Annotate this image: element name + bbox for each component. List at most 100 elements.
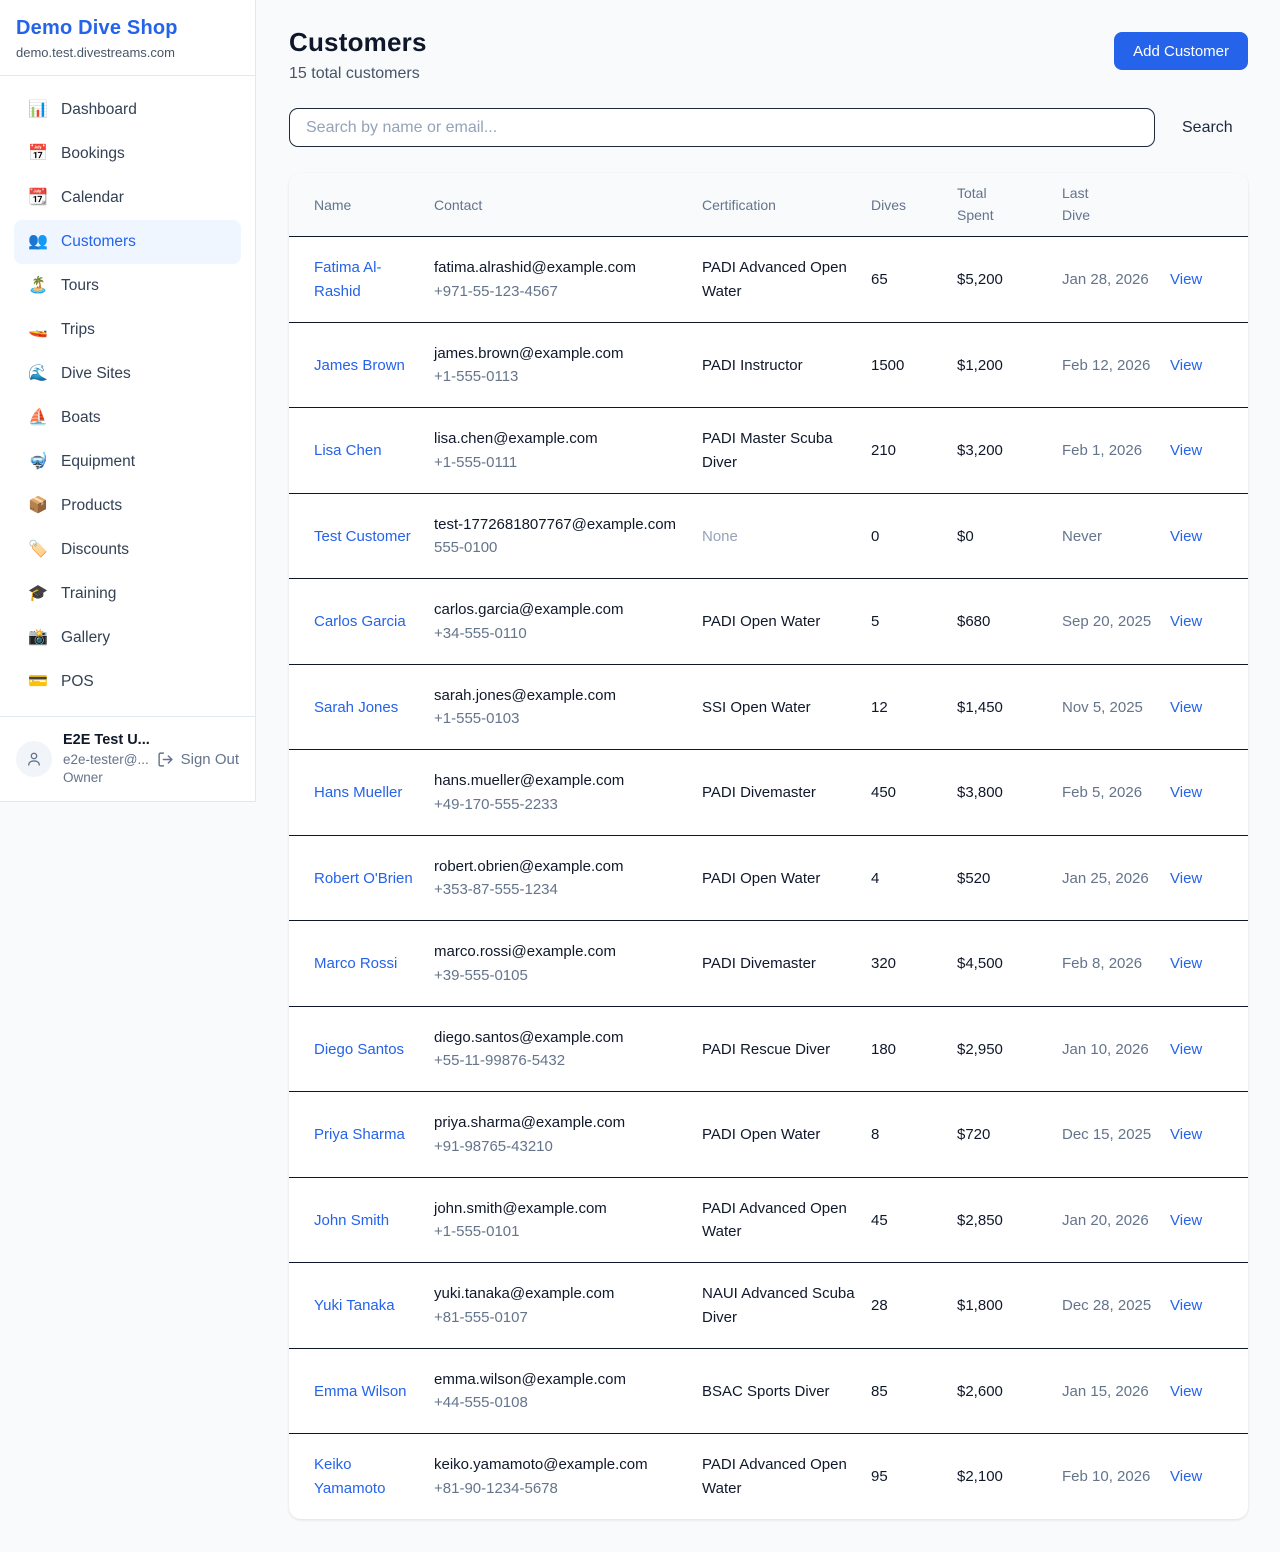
customer-email: marco.rossi@example.com xyxy=(434,940,688,963)
view-customer-link[interactable]: View xyxy=(1170,1468,1202,1485)
view-customer-link[interactable]: View xyxy=(1170,955,1202,972)
customer-certification: PADI Master Scuba Diver xyxy=(702,408,871,494)
view-customer-link[interactable]: View xyxy=(1170,784,1202,801)
view-customer-link[interactable]: View xyxy=(1170,1041,1202,1058)
view-customer-link[interactable]: View xyxy=(1170,1126,1202,1143)
customer-total-spent: $720 xyxy=(957,1092,1062,1178)
customer-phone: +91-98765-43210 xyxy=(434,1135,688,1158)
customer-last-dive: Jan 15, 2026 xyxy=(1062,1348,1170,1434)
view-customer-link[interactable]: View xyxy=(1170,613,1202,630)
sidebar-item-pos[interactable]: 💳 POS xyxy=(14,660,241,704)
sign-out-button[interactable]: Sign Out xyxy=(157,751,239,768)
view-customer-link[interactable]: View xyxy=(1170,442,1202,459)
view-customer-link[interactable]: View xyxy=(1170,1297,1202,1314)
view-customer-link[interactable]: View xyxy=(1170,528,1202,545)
table-row: Test Customer test-1772681807767@example… xyxy=(289,493,1248,579)
customer-name-link[interactable]: Robert O'Brien xyxy=(314,870,413,887)
user-name: E2E Test U... xyxy=(63,731,146,751)
customer-phone: +39-555-0105 xyxy=(434,964,688,987)
customer-name-link[interactable]: Diego Santos xyxy=(314,1041,404,1058)
customer-dives: 85 xyxy=(871,1348,957,1434)
customer-email: sarah.jones@example.com xyxy=(434,684,688,707)
col-header-certification: Certification xyxy=(702,173,871,237)
sidebar-item-trips[interactable]: 🚤 Trips xyxy=(14,308,241,352)
customer-dives: 8 xyxy=(871,1092,957,1178)
view-customer-link[interactable]: View xyxy=(1170,271,1202,288)
customer-certification: SSI Open Water xyxy=(702,664,871,750)
table-row: Keiko Yamamoto keiko.yamamoto@example.co… xyxy=(289,1434,1248,1519)
customer-total-spent: $520 xyxy=(957,835,1062,921)
sidebar-item-label: Equipment xyxy=(61,453,135,471)
customer-name-link[interactable]: Yuki Tanaka xyxy=(314,1297,395,1314)
customer-dives: 28 xyxy=(871,1263,957,1349)
customer-name-link[interactable]: Carlos Garcia xyxy=(314,613,406,630)
search-button[interactable]: Search xyxy=(1155,119,1248,137)
view-customer-link[interactable]: View xyxy=(1170,699,1202,716)
customer-phone: +49-170-555-2233 xyxy=(434,793,688,816)
main-content: Customers 15 total customers Add Custome… xyxy=(257,0,1280,1552)
shop-name: Demo Dive Shop xyxy=(16,17,239,40)
wave-icon: 🌊 xyxy=(28,366,48,382)
customer-phone: +1-555-0101 xyxy=(434,1220,688,1243)
col-header-name: Name xyxy=(289,173,434,237)
customer-name-link[interactable]: Marco Rossi xyxy=(314,955,397,972)
customer-email: hans.mueller@example.com xyxy=(434,769,688,792)
search-input[interactable] xyxy=(289,108,1155,147)
table-row: Fatima Al-Rashid fatima.alrashid@example… xyxy=(289,237,1248,323)
view-customer-link[interactable]: View xyxy=(1170,870,1202,887)
view-customer-link[interactable]: View xyxy=(1170,1383,1202,1400)
sidebar-item-training[interactable]: 🎓 Training xyxy=(14,572,241,616)
customer-dives: 95 xyxy=(871,1434,957,1519)
table-row: Robert O'Brien robert.obrien@example.com… xyxy=(289,835,1248,921)
sidebar-item-customers[interactable]: 👥 Customers xyxy=(14,220,241,264)
sidebar-item-equipment[interactable]: 🤿 Equipment xyxy=(14,440,241,484)
customer-last-dive: Nov 5, 2025 xyxy=(1062,664,1170,750)
customer-name-link[interactable]: Priya Sharma xyxy=(314,1126,405,1143)
customer-dives: 45 xyxy=(871,1177,957,1263)
view-customer-link[interactable]: View xyxy=(1170,1212,1202,1229)
table-row: Priya Sharma priya.sharma@example.com +9… xyxy=(289,1092,1248,1178)
customers-table: Name Contact Certification Dives Total S… xyxy=(289,173,1248,1519)
customer-last-dive: Jan 10, 2026 xyxy=(1062,1006,1170,1092)
sidebar-item-products[interactable]: 📦 Products xyxy=(14,484,241,528)
user-email: e2e-tester@... xyxy=(63,751,146,769)
customer-name-link[interactable]: Lisa Chen xyxy=(314,442,382,459)
customer-email: carlos.garcia@example.com xyxy=(434,598,688,621)
search-bar: Search xyxy=(289,108,1248,147)
sidebar-item-dashboard[interactable]: 📊 Dashboard xyxy=(14,88,241,132)
diving-mask-icon: 🤿 xyxy=(28,454,48,470)
sidebar-item-gallery[interactable]: 📸 Gallery xyxy=(14,616,241,660)
table-row: Carlos Garcia carlos.garcia@example.com … xyxy=(289,579,1248,665)
sidebar-item-label: Bookings xyxy=(61,145,125,163)
customer-email: yuki.tanaka@example.com xyxy=(434,1282,688,1305)
customer-name-link[interactable]: Hans Mueller xyxy=(314,784,402,801)
customer-phone: +81-90-1234-5678 xyxy=(434,1477,688,1500)
table-row: Emma Wilson emma.wilson@example.com +44-… xyxy=(289,1348,1248,1434)
customer-name-link[interactable]: James Brown xyxy=(314,357,405,374)
sidebar-item-label: Training xyxy=(61,585,116,603)
island-icon: 🏝️ xyxy=(28,278,48,294)
customer-name-link[interactable]: Emma Wilson xyxy=(314,1383,407,1400)
customer-name-link[interactable]: Fatima Al-Rashid xyxy=(314,259,382,299)
customer-total-spent: $2,850 xyxy=(957,1177,1062,1263)
sidebar-item-discounts[interactable]: 🏷️ Discounts xyxy=(14,528,241,572)
customer-name-link[interactable]: Test Customer xyxy=(314,528,411,545)
sidebar-item-dive-sites[interactable]: 🌊 Dive Sites xyxy=(14,352,241,396)
customer-phone: +971-55-123-4567 xyxy=(434,280,688,303)
user-info: E2E Test U... e2e-tester@... Owner xyxy=(63,731,146,787)
customer-name-link[interactable]: Sarah Jones xyxy=(314,699,398,716)
sidebar-item-calendar[interactable]: 📆 Calendar xyxy=(14,176,241,220)
customer-total-spent: $2,950 xyxy=(957,1006,1062,1092)
sidebar-item-tours[interactable]: 🏝️ Tours xyxy=(14,264,241,308)
add-customer-button[interactable]: Add Customer xyxy=(1114,32,1248,70)
view-customer-link[interactable]: View xyxy=(1170,357,1202,374)
sidebar-item-label: Calendar xyxy=(61,189,124,207)
customer-name-link[interactable]: John Smith xyxy=(314,1212,389,1229)
customer-phone: +1-555-0113 xyxy=(434,365,688,388)
sidebar-item-bookings[interactable]: 📅 Bookings xyxy=(14,132,241,176)
sign-out-icon xyxy=(157,751,174,768)
sidebar-item-boats[interactable]: ⛵ Boats xyxy=(14,396,241,440)
customer-total-spent: $2,600 xyxy=(957,1348,1062,1434)
sidebar-item-label: Products xyxy=(61,497,122,515)
customer-name-link[interactable]: Keiko Yamamoto xyxy=(314,1456,385,1496)
